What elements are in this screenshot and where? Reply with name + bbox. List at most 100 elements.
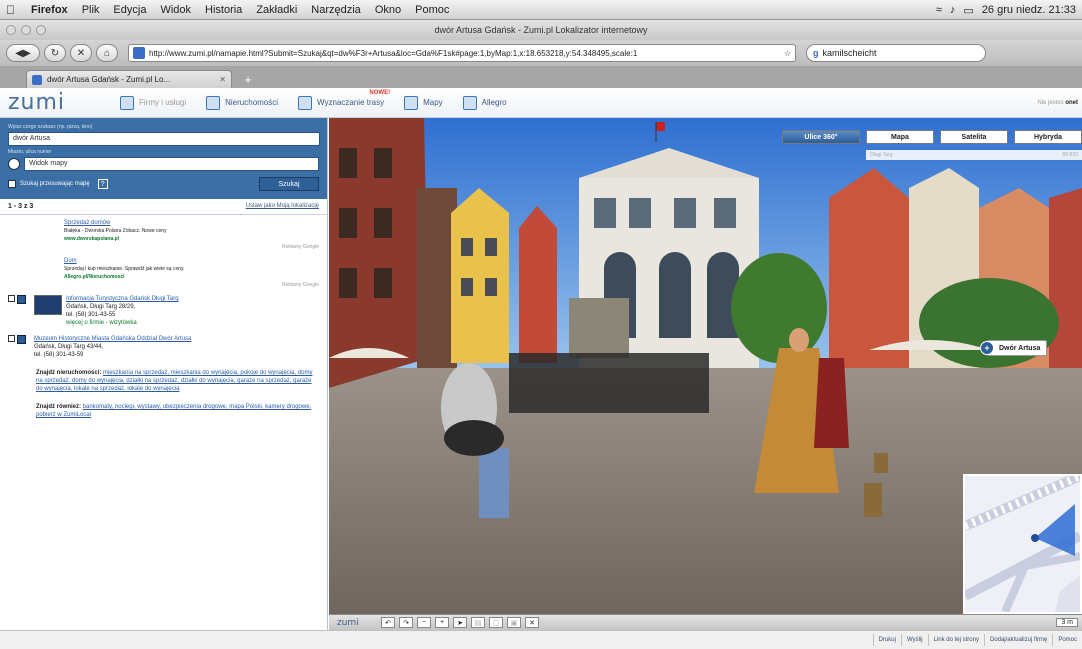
tab-hybrid[interactable]: Hybryda <box>1014 130 1082 144</box>
nav-route-label: Wyznaczanie trasy <box>317 98 385 107</box>
map-pin-icon[interactable] <box>17 295 26 304</box>
minimize-window-icon[interactable] <box>21 25 31 35</box>
zoom-out-icon[interactable]: − <box>417 617 431 628</box>
new-tab-button[interactable]: + <box>238 70 258 88</box>
result-address: Gdańsk, Długi Targ 28/29, <box>66 304 136 310</box>
reload-icon: ↻ <box>50 47 60 59</box>
footer-permalink-link[interactable]: Link do tej strony <box>927 634 984 646</box>
nav-allegro-label: Allegro <box>481 98 507 107</box>
panorama-street: Długi Targ <box>870 152 893 158</box>
ad-title[interactable]: Dom <box>64 257 319 265</box>
nav-real-estate[interactable]: Nieruchomości <box>198 92 286 114</box>
result-title[interactable]: Muzeum Historyczne Miasta Gdańska Oddzia… <box>34 335 319 343</box>
home-button[interactable]: ⌂ <box>96 44 118 62</box>
wifi-icon[interactable]: ≈ <box>936 4 942 16</box>
menu-edit[interactable]: Edycja <box>106 4 153 16</box>
bookmark-star-icon[interactable]: ☆ <box>784 49 791 58</box>
rotate-right-icon[interactable]: ↷ <box>399 617 413 628</box>
ad-url[interactable]: www.dworskapolana.pl <box>64 235 319 243</box>
where-input[interactable]: Widok mapy <box>23 157 319 171</box>
nav-maps[interactable]: Mapy <box>396 92 451 114</box>
route-icon <box>298 95 313 110</box>
menu-tools[interactable]: Narzędzia <box>304 4 368 16</box>
user-status-name[interactable]: onet <box>1065 100 1078 106</box>
poi-pin-icon[interactable]: + <box>980 341 994 355</box>
zumi-logo[interactable]: zumi <box>8 90 112 115</box>
mini-map[interactable] <box>962 471 1082 614</box>
help-icon[interactable]: ? <box>97 179 108 189</box>
footer-add-firm-link[interactable]: Dodaj/aktualizuj firmę <box>983 634 1052 646</box>
search-box-value[interactable]: kamilscheicht <box>823 48 877 58</box>
menu-bookmarks[interactable]: Zakładki <box>249 4 304 16</box>
poi-marker[interactable]: + Dwór Artusa <box>980 340 1048 356</box>
menu-view[interactable]: Widok <box>153 4 198 16</box>
pointer-icon[interactable]: ➤ <box>453 617 467 628</box>
search-box[interactable]: g kamilscheicht <box>806 44 986 62</box>
sidebar: Wpisz czego szukasz (np. pizza, kino) dw… <box>0 118 328 630</box>
zoom-in-icon[interactable]: + <box>435 617 449 628</box>
map-toolbar: zumi ↶ ↷ − + ➤ ▤ ▢ ▣ ✕ 3 m <box>329 614 1082 630</box>
menu-firefox[interactable]: Firefox <box>24 4 75 16</box>
nav-allegro[interactable]: Allegro <box>455 92 515 114</box>
fullscreen-icon[interactable]: ▣ <box>507 617 521 628</box>
footer-send-link[interactable]: Wyślij <box>900 634 928 646</box>
firms-icon <box>120 95 134 110</box>
clock[interactable]: 26 gru niedz. 21:33 <box>982 4 1076 16</box>
result-more-link[interactable]: więcej o firmie - wizytówka <box>66 319 319 327</box>
map-icon <box>404 95 419 110</box>
site-identity-icon[interactable] <box>133 47 145 59</box>
move-map-checkbox[interactable] <box>8 180 16 188</box>
window-title: dwór Artusa Gdańsk - Zumi.pl Lokalizator… <box>434 25 648 35</box>
close-window-icon[interactable] <box>6 25 16 35</box>
result-checkbox[interactable] <box>8 335 15 342</box>
volume-icon[interactable]: ♪ <box>950 4 956 16</box>
what-input[interactable]: dwór Artusa <box>8 132 320 146</box>
map-pin-icon[interactable] <box>17 335 26 344</box>
poi-label[interactable]: Dwór Artusa <box>999 345 1040 352</box>
nav-route[interactable]: Wyznaczanie trasy NOWE! <box>290 90 392 114</box>
search-engine-icon[interactable]: g <box>813 48 819 58</box>
menu-window[interactable]: Okno <box>368 4 408 16</box>
url-bar[interactable]: http://www.zumi.pl/namapie.html?Submit=S… <box>128 44 796 62</box>
ad-source[interactable]: Reklamy Google <box>64 243 319 251</box>
window-titlebar: dwór Artusa Gdańsk - Zumi.pl Lokalizator… <box>0 20 1082 40</box>
apple-menu-icon[interactable]:  <box>6 3 24 17</box>
result-phone: tel. (58) 301-43-59 <box>34 352 84 358</box>
ad-url[interactable]: Allegro.pl/Nieruchomosci <box>64 273 319 281</box>
back-forward-button[interactable]: ◀ ▶ <box>6 44 40 62</box>
result-thumbnail[interactable] <box>34 295 62 315</box>
tab-street-360[interactable]: Ulice 360° <box>782 130 860 144</box>
menu-history[interactable]: Historia <box>198 4 249 16</box>
measure-icon[interactable]: ▢ <box>489 617 503 628</box>
url-text[interactable]: http://www.zumi.pl/namapie.html?Submit=S… <box>149 49 780 58</box>
tab-satellite[interactable]: Satelita <box>940 130 1008 144</box>
browser-toolbar: ◀ ▶ ↻ ✕ ⌂ http://www.zumi.pl/namapie.html… <box>0 40 1082 66</box>
result-title[interactable]: Informacja Turystyczna Gdańsk Długi Targ <box>66 295 319 303</box>
result-checkbox[interactable] <box>8 295 15 302</box>
nav-firms[interactable]: Firmy i usługi <box>112 92 194 114</box>
ad-source[interactable]: Reklamy Google <box>64 281 319 289</box>
reload-button[interactable]: ↻ <box>44 44 66 62</box>
tab-zumi[interactable]: dwór Artusa Gdańsk - Zumi.pl Lo... ✕ <box>26 70 232 88</box>
menu-file[interactable]: Plik <box>75 4 107 16</box>
set-location-link[interactable]: Ustaw jako Moją lokalizację <box>246 203 319 210</box>
where-label: Miasto, ulica numer <box>8 149 52 155</box>
menu-help[interactable]: Pomoc <box>408 4 456 16</box>
footer-print-link[interactable]: Drukuj <box>872 634 901 646</box>
what-label: Wpisz czego szukasz (np. pizza, kino) <box>8 124 93 130</box>
ad-title[interactable]: Sprzedaż domów <box>64 219 319 227</box>
tab-map[interactable]: Mapa <box>866 130 934 144</box>
user-status-prefix: Nie jesteś <box>1037 99 1066 106</box>
search-submit-button[interactable]: Szukaj <box>259 177 319 191</box>
battery-icon[interactable]: ▭ <box>963 4 973 17</box>
allegro-icon <box>462 95 477 110</box>
print-icon[interactable]: ▤ <box>471 617 485 628</box>
where-locator-icon[interactable] <box>8 158 20 170</box>
stop-button[interactable]: ✕ <box>70 44 92 62</box>
close-icon[interactable]: ✕ <box>525 617 539 628</box>
map-logo: zumi <box>337 617 359 628</box>
zoom-window-icon[interactable] <box>36 25 46 35</box>
footer-help-link[interactable]: Pomoc <box>1052 634 1082 646</box>
rotate-left-icon[interactable]: ↶ <box>381 617 395 628</box>
tab-close-icon[interactable]: ✕ <box>219 75 226 84</box>
